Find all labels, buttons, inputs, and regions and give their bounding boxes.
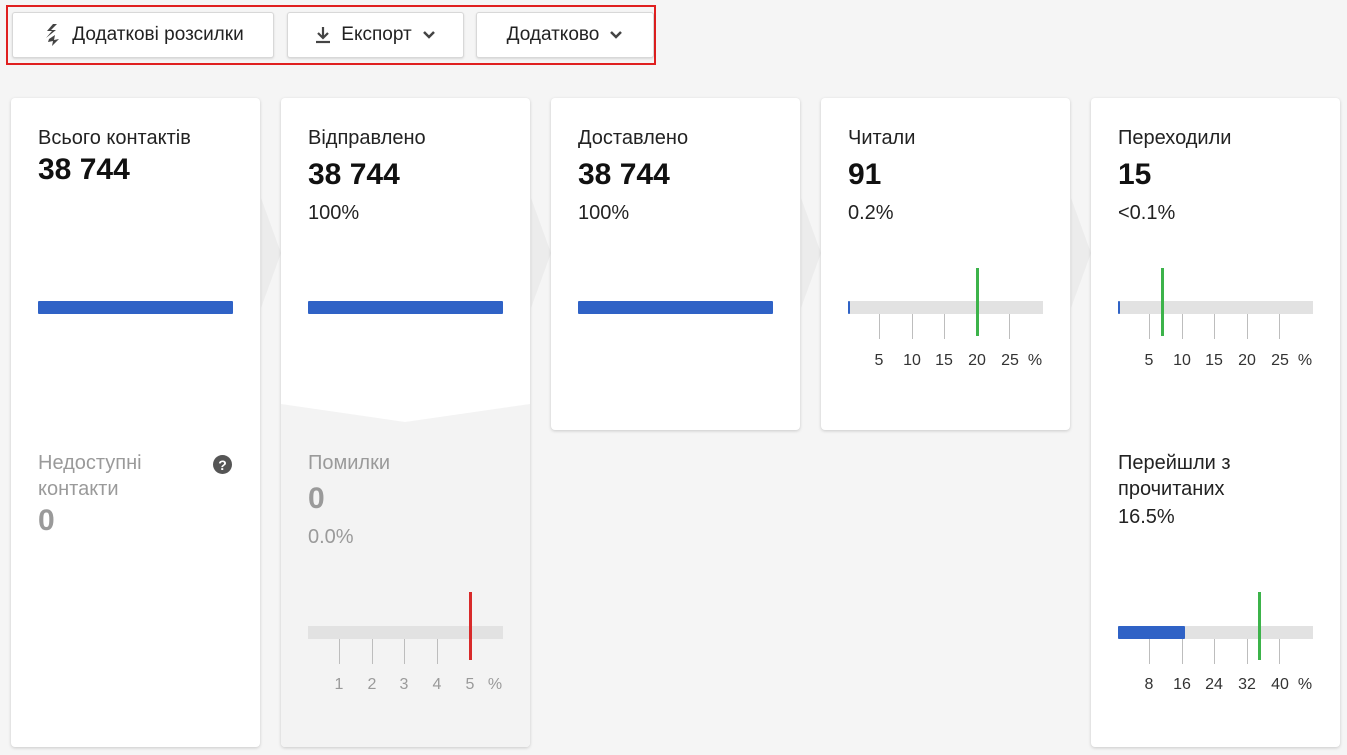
export-label: Експорт	[341, 24, 412, 45]
scale-label: 24	[1205, 676, 1223, 693]
clicked-percent: <0.1%	[1118, 202, 1176, 224]
scale-tick	[912, 314, 913, 339]
additional-label: Додатково	[506, 24, 600, 45]
scale-tick	[1009, 314, 1010, 339]
unavailable-contacts-value: 0	[38, 504, 55, 537]
scale-label: 3	[399, 676, 409, 693]
scale-tick	[1214, 314, 1215, 339]
scale-tick	[372, 639, 373, 664]
scale-label: 4	[432, 676, 442, 693]
scale-tick	[1182, 639, 1183, 664]
errors-value: 0	[308, 482, 325, 515]
sent-percent: 100%	[308, 202, 360, 224]
funnel-arrow	[1071, 198, 1091, 308]
scale-tick	[437, 639, 438, 664]
scale-tick	[944, 314, 945, 339]
errors-bar-bg	[308, 626, 503, 639]
errors-percent: 0.0%	[308, 526, 354, 548]
clicked-benchmark-marker	[1161, 268, 1164, 336]
scale-tick	[1214, 639, 1215, 664]
scale-label: 10	[903, 352, 921, 369]
scale-tick	[1247, 639, 1248, 664]
read-value: 91	[848, 158, 882, 191]
errors-threshold-marker	[469, 592, 472, 660]
sent-card: Відправлено 38 744 100% Помилки 0 0.0% 1…	[281, 98, 530, 747]
read-percent: 0.2%	[848, 202, 894, 224]
delivered-value: 38 744	[578, 158, 670, 191]
scale-label: 2	[367, 676, 377, 693]
scale-tick	[339, 639, 340, 664]
clicked-title: Переходили	[1118, 127, 1232, 149]
sent-title: Відправлено	[308, 127, 426, 149]
delivered-card: Доставлено 38 744 100%	[551, 98, 800, 430]
additional-button[interactable]: Додатково	[476, 12, 654, 58]
clicked-of-read-title: Перейшли з прочитаних	[1118, 452, 1231, 500]
read-title: Читали	[848, 127, 916, 149]
scale-tick	[1149, 639, 1150, 664]
clicked-value: 15	[1118, 158, 1152, 191]
delivered-percent: 100%	[578, 202, 630, 224]
more-mailings-button[interactable]: Додаткові розсилки	[12, 12, 274, 58]
scale-unit: %	[487, 676, 503, 693]
total-contacts-card: Всього контактів 38 744 Недоступні конта…	[11, 98, 260, 747]
scale-label: 8	[1144, 676, 1154, 693]
sent-bar	[308, 301, 503, 314]
question-circle-icon[interactable]: ?	[213, 455, 232, 474]
total-contacts-bar	[38, 301, 233, 314]
scale-label: 5	[874, 352, 884, 369]
clicked-bar-bg	[1118, 301, 1313, 314]
scale-tick	[1149, 314, 1150, 339]
read-card: Читали 91 0.2% 5 10 15 20 25 %	[821, 98, 1070, 430]
scale-tick	[1182, 314, 1183, 339]
funnel-arrow	[531, 198, 551, 308]
clicked-bar-fill	[1118, 301, 1120, 314]
more-mailings-label: Додаткові розсилки	[72, 24, 244, 45]
lightning-arrows-icon	[42, 23, 62, 47]
errors-title: Помилки	[308, 452, 391, 474]
sent-value: 38 744	[308, 158, 400, 191]
scale-tick	[404, 639, 405, 664]
read-bar-fill	[848, 301, 850, 314]
scale-label: 16	[1173, 676, 1191, 693]
total-contacts-title: Всього контактів	[38, 127, 191, 149]
funnel-arrow	[801, 198, 821, 308]
clicked-of-read-percent: 16.5%	[1118, 506, 1175, 528]
scale-label: 20	[1238, 352, 1256, 369]
scale-unit: %	[1297, 676, 1313, 693]
scale-tick	[1279, 639, 1280, 664]
chevron-down-icon	[609, 30, 623, 40]
funnel-arrow	[261, 198, 281, 308]
chevron-down-icon	[422, 30, 436, 40]
scale-label: 10	[1173, 352, 1191, 369]
scale-unit: %	[1027, 352, 1043, 369]
scale-label: 20	[968, 352, 986, 369]
scale-label: 15	[935, 352, 953, 369]
clicked-card: Переходили 15 <0.1% 5 10 15 20 25 % Пере…	[1091, 98, 1340, 747]
scale-label: 1	[334, 676, 344, 693]
unavailable-contacts-title: Недоступні контакти	[38, 452, 142, 500]
delivered-title: Доставлено	[578, 127, 689, 149]
delivered-bar	[578, 301, 773, 314]
clicked-of-read-bar-fill	[1118, 626, 1185, 639]
total-contacts-value: 38 744	[38, 153, 130, 186]
scale-tick	[1279, 314, 1280, 339]
scale-label: 32	[1238, 676, 1256, 693]
export-button[interactable]: Експорт	[287, 12, 464, 58]
read-bar-bg	[848, 301, 1043, 314]
scale-tick	[1247, 314, 1248, 339]
scale-label: 5	[1144, 352, 1154, 369]
download-icon	[315, 26, 331, 44]
clicked-of-read-benchmark-marker	[1258, 592, 1261, 660]
scale-tick	[879, 314, 880, 339]
scale-label: 15	[1205, 352, 1223, 369]
scale-unit: %	[1297, 352, 1313, 369]
read-benchmark-marker	[976, 268, 979, 336]
